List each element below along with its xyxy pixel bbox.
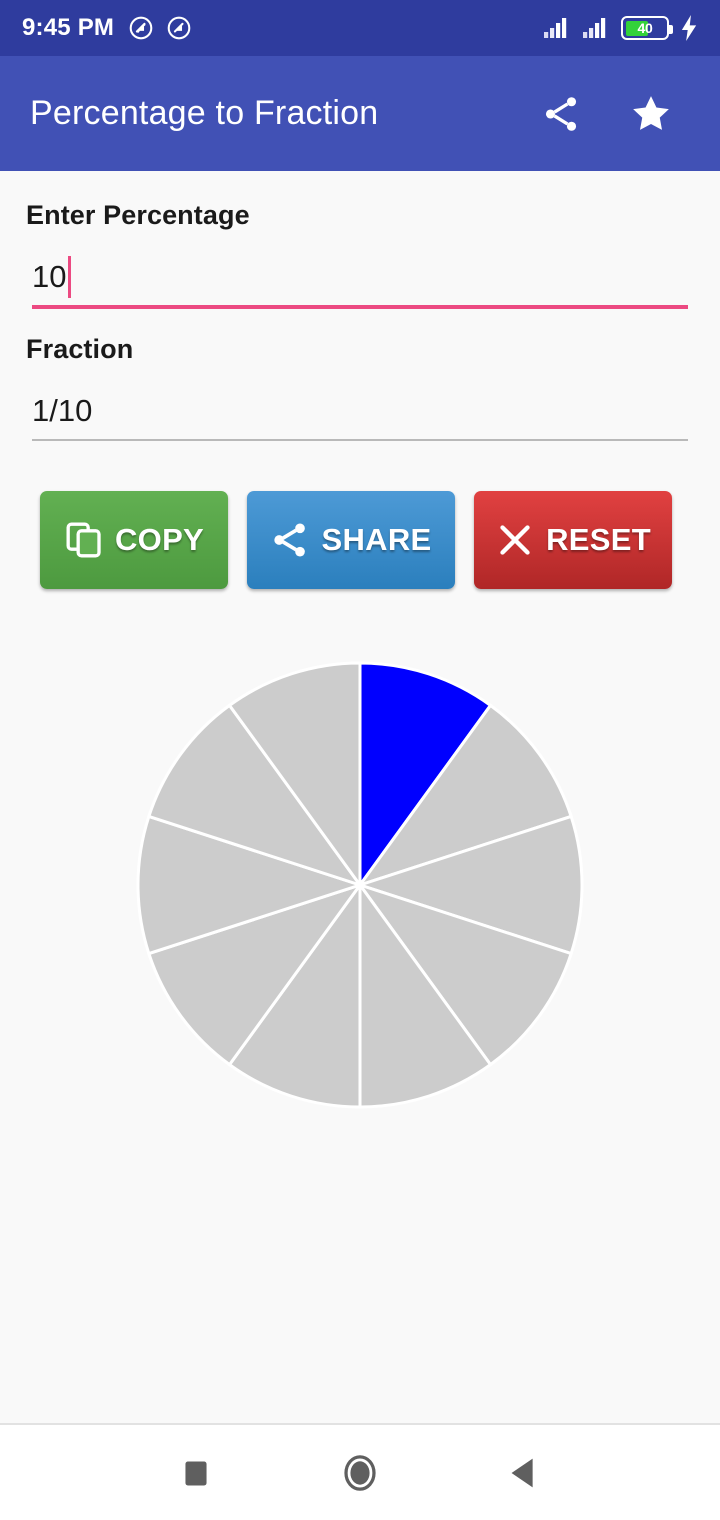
share-icon[interactable] [540, 93, 582, 135]
status-bar-clock: 9:45 PM [22, 14, 115, 41]
share-icon [274, 523, 306, 557]
copy-button-label: COPY [114, 522, 205, 557]
fraction-pie-chart [136, 661, 584, 1109]
signal-bars-icon [583, 18, 606, 38]
battery-icon: 40 [621, 16, 673, 40]
triangle-back-icon[interactable] [501, 1450, 547, 1496]
percentage-label: Enter Percentage [26, 200, 250, 230]
reset-button-label: RESET [546, 522, 651, 557]
percentage-input-value-row: 10 [32, 249, 688, 305]
app-bar: Percentage to Fraction [0, 56, 720, 171]
fraction-label: Fraction [26, 334, 134, 364]
share-button-label: SHARE [321, 522, 432, 557]
android-nav-bar [0, 1425, 720, 1520]
percentage-input[interactable]: 10 [32, 249, 688, 309]
action-button-row: COPY SHARE RESET [40, 491, 672, 589]
main-content: Enter Percentage 10 Fraction 1/10 COPY S… [0, 171, 720, 1423]
fraction-output-value: 1/10 [32, 393, 93, 428]
circle-home-icon[interactable] [337, 1450, 383, 1496]
app-bar-actions [540, 93, 690, 135]
mute-icon [167, 16, 191, 40]
share-button[interactable]: SHARE [247, 491, 455, 589]
copy-icon [66, 522, 101, 558]
charging-bolt-icon [681, 15, 697, 41]
mute-icon [129, 16, 153, 40]
status-bar-right-icons: 40 [543, 15, 698, 41]
star-icon[interactable] [630, 93, 672, 135]
square-recents-icon[interactable] [173, 1450, 219, 1496]
fraction-output-underline [32, 439, 688, 441]
app-root: 9:45 PM 40 Percentage to Fraction Enter … [0, 0, 720, 1520]
reset-button[interactable]: RESET [474, 491, 672, 589]
text-cursor [68, 256, 72, 298]
percentage-input-value: 10 [32, 259, 67, 294]
battery-level-label: 40 [637, 20, 653, 36]
close-x-icon [500, 525, 530, 555]
page-title: Percentage to Fraction [30, 94, 379, 132]
pie-chart-container [0, 661, 720, 1121]
signal-bars-icon [544, 18, 567, 38]
percentage-input-underline [32, 305, 688, 309]
status-bar-left-icons [128, 15, 192, 41]
copy-button[interactable]: COPY [40, 491, 228, 589]
fraction-output[interactable]: 1/10 [32, 383, 688, 441]
status-bar: 9:45 PM 40 [0, 0, 720, 56]
